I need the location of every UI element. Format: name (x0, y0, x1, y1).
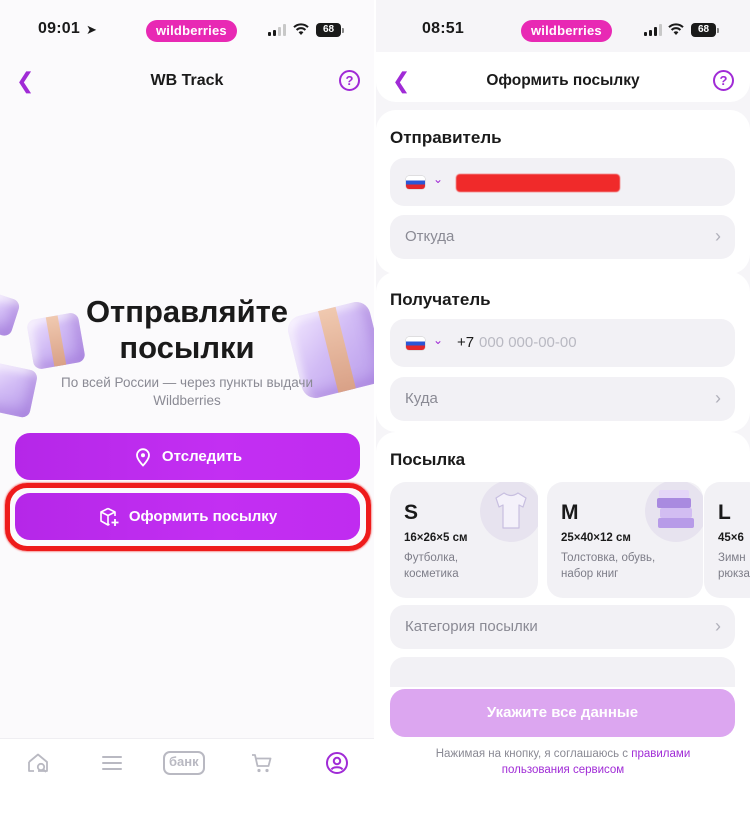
header-card: ❮ Оформить посылку ? (376, 52, 750, 102)
bank-tab[interactable]: банк (163, 751, 205, 775)
books-icon (645, 482, 703, 542)
phone-prefix: +7 (457, 334, 475, 351)
to-label: Куда (405, 390, 438, 407)
wildberries-badge: wildberries (521, 20, 612, 42)
russia-flag-icon (406, 337, 425, 350)
nav-bar: ❮ WB Track ? (0, 64, 374, 100)
terms-prefix: Нажимая на кнопку, я соглашаюсь с (435, 748, 632, 760)
from-label: Откуда (405, 228, 455, 245)
battery-icon: 68 (316, 23, 344, 37)
status-time: 09:01 (38, 20, 80, 37)
category-field[interactable]: Категория посылки › (390, 605, 735, 649)
chevron-down-icon[interactable]: ⌄ (433, 333, 443, 347)
phone-placeholder: 000 000-00-00 (479, 334, 577, 351)
parcel-title: Посылка (390, 450, 466, 469)
status-bar: 09:01 ➤ wildberries 68 (0, 18, 374, 44)
recipient-card: Получатель ⌄ +7 000 000-00-00 Куда › (376, 272, 750, 432)
size-option-s[interactable]: S 16×26×5 см Футболка, косметика (390, 482, 538, 598)
hero-title-line1: Отправляйте (85, 294, 289, 329)
size-option-m[interactable]: M 25×40×12 см Толстовка, обувь, набор кн… (547, 482, 703, 598)
sender-title: Отправитель (390, 128, 502, 147)
help-icon[interactable]: ? (713, 70, 734, 91)
help-icon[interactable]: ? (339, 70, 360, 91)
recipient-title: Получатель (390, 290, 491, 309)
create-parcel-screen: 08:51 wildberries 68 ❮ Оформить посылку … (376, 0, 750, 815)
size-dimensions: 16×26×5 см (404, 532, 468, 544)
hero-title-line2: посылки (119, 330, 255, 365)
size-option-l[interactable]: L 45×6 Зимн рюкза (704, 482, 750, 598)
category-label: Категория посылки (405, 618, 538, 635)
track-button-label: Отследить (161, 448, 243, 465)
redacted-phone (456, 174, 620, 192)
nav-bar: ❮ Оформить посылку ? (376, 64, 750, 100)
chevron-down-icon[interactable]: ⌄ (433, 172, 443, 186)
terms-text: Нажимая на кнопку, я соглашаюсь с правил… (406, 746, 720, 778)
size-label: L (718, 501, 731, 524)
sender-card: Отправитель ⌄ Откуда › (376, 110, 750, 274)
russia-flag-icon (406, 176, 425, 189)
parcel-cube-illustration (0, 361, 39, 419)
signal-icon (268, 24, 286, 36)
highlight-annotation (5, 483, 371, 551)
size-dimensions: 45×6 (718, 532, 744, 544)
chevron-right-icon: › (715, 226, 721, 246)
hero-subtitle: По всей России — через пункты выдачи Wil… (61, 375, 313, 408)
to-field[interactable]: Куда › (390, 377, 735, 421)
profile-icon[interactable] (325, 751, 349, 775)
recipient-phone-field[interactable]: ⌄ +7 000 000-00-00 (390, 319, 735, 367)
size-description: Толстовка, обувь, набор книг (561, 552, 656, 580)
wildberries-badge: wildberries (146, 20, 237, 42)
wifi-icon (668, 23, 684, 35)
size-description: Зимн рюкза (718, 552, 750, 580)
signal-icon (644, 24, 662, 36)
tshirt-icon (480, 482, 538, 542)
chevron-right-icon: › (715, 388, 721, 408)
page-title: Оформить посылку (486, 72, 640, 89)
chevron-right-icon: › (715, 616, 721, 636)
size-dimensions: 25×40×12 см (561, 532, 631, 544)
page-title: WB Track (150, 72, 224, 89)
track-button[interactable]: Отследить (15, 433, 360, 480)
location-arrow-icon: ➤ (86, 22, 97, 37)
home-search-icon[interactable] (26, 751, 50, 775)
cart-icon[interactable] (250, 751, 274, 775)
location-pin-icon (136, 447, 150, 467)
sender-phone-field[interactable]: ⌄ (390, 158, 735, 206)
size-label: S (404, 501, 419, 524)
battery-icon: 68 (691, 23, 719, 37)
from-field[interactable]: Откуда › (390, 215, 735, 259)
status-time: 08:51 (422, 20, 464, 37)
hero-title: Отправляйте посылки (0, 294, 374, 366)
submit-button[interactable]: Укажите все данные (390, 689, 735, 737)
size-description: Футболка, косметика (404, 552, 459, 580)
wb-track-screen: 09:01 ➤ wildberries 68 ❮ WB Track ? Отпр… (0, 0, 374, 815)
next-field[interactable] (390, 657, 735, 687)
bottom-tab-bar: банк (0, 738, 374, 815)
wifi-icon (293, 23, 309, 35)
catalog-menu-icon[interactable] (101, 751, 123, 775)
status-bar: 08:51 wildberries 68 (376, 18, 750, 44)
size-label: M (561, 501, 579, 524)
